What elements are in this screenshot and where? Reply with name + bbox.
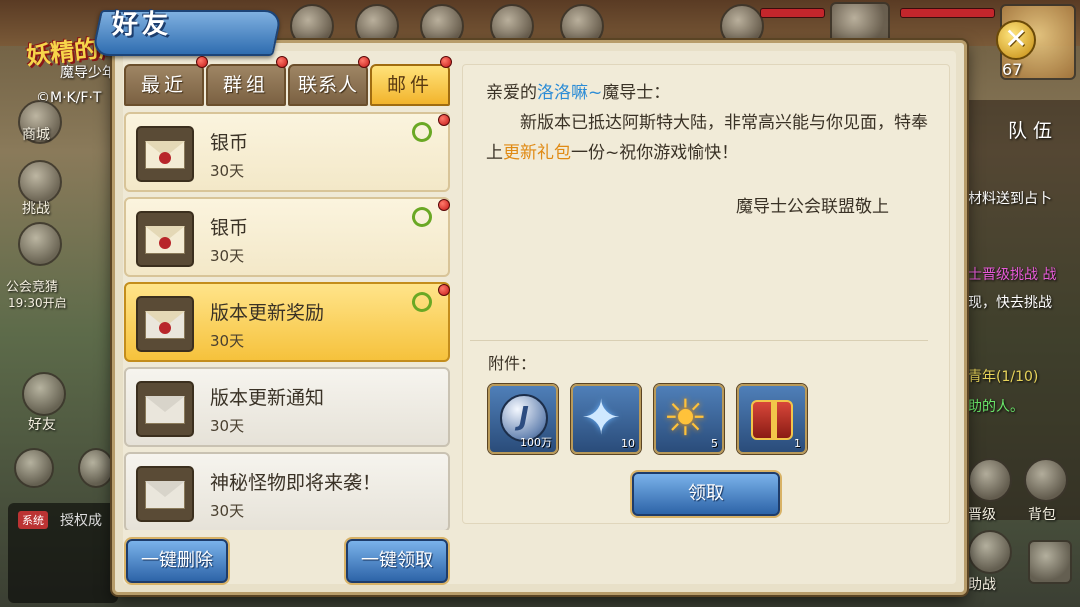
attachment-clip-icon xyxy=(408,203,436,231)
tab-contacts[interactable]: 联系人 xyxy=(288,64,368,106)
microphone-icon[interactable] xyxy=(78,448,114,488)
open-envelope-icon xyxy=(136,296,194,352)
mail-letter: 亲爱的洛洛嘛~魔导士： 新版本已抵达阿斯特大陆，非常高兴能与你见面，特奉上更新礼… xyxy=(486,78,934,168)
quest-text-4: 青年(1/10) xyxy=(968,369,1039,385)
quest-text-1: 材料送到占卜 xyxy=(968,191,1052,207)
divider xyxy=(470,340,928,341)
envelope-icon xyxy=(136,211,194,267)
chat-bubble-icon[interactable] xyxy=(14,448,54,488)
enemy-hp-bar xyxy=(760,8,825,18)
tab-recent[interactable]: 最近 xyxy=(124,64,204,106)
dialog-tabs: 最近 群组 联系人 邮件 xyxy=(124,64,450,106)
tab-contacts-notification-dot xyxy=(358,56,370,68)
mail-title: 神秘怪物即将来袭！ xyxy=(210,472,382,494)
upgrade-icon[interactable] xyxy=(968,458,1012,502)
mail-title: 银币 xyxy=(210,132,249,154)
claim-all-button[interactable]: 一键领取 xyxy=(346,539,448,583)
dialog-title: 好友 xyxy=(112,10,173,40)
mail-title: 版本更新通知 xyxy=(210,387,325,409)
mail-expiry: 30天 xyxy=(210,247,245,265)
challenge-label: 挑战 xyxy=(22,201,50,217)
game-logo-subtitle: 魔导少年 xyxy=(60,65,116,81)
item-count: 10 xyxy=(621,437,635,450)
tab-mail[interactable]: 邮件 xyxy=(370,64,450,106)
guild-race-label: 公会竞猜 xyxy=(6,280,59,295)
open-envelope-icon xyxy=(136,381,194,437)
item-count: 100万 xyxy=(520,436,552,449)
letter-signature: 魔导士公会联盟敬上 xyxy=(736,197,889,217)
mail-expiry: 30天 xyxy=(210,417,245,435)
quest-text-3: 现，快去挑战 xyxy=(968,295,1052,311)
mail-item[interactable]: 版本更新通知 30天 xyxy=(124,367,450,447)
assist-label: 助战 xyxy=(968,577,996,593)
close-button[interactable]: ✕ xyxy=(996,20,1036,60)
friends-icon[interactable] xyxy=(22,372,66,416)
mail-expiry: 30天 xyxy=(210,162,245,180)
mail-title: 银币 xyxy=(210,217,249,239)
mail-expiry: 30天 xyxy=(210,502,245,520)
system-message: 授权成 xyxy=(60,513,102,529)
friends-label: 好友 xyxy=(28,417,56,433)
backpack-label: 背包 xyxy=(1028,507,1056,523)
player-level: 67 xyxy=(1002,60,1023,79)
gift-highlight: 更新礼包 xyxy=(503,143,571,163)
mail-expiry: 30天 xyxy=(210,332,245,350)
envelope-icon xyxy=(136,126,194,182)
item-count: 5 xyxy=(711,437,718,450)
tab-groups[interactable]: 群组 xyxy=(206,64,286,106)
quest-text-2: 士晋级挑战 战 xyxy=(968,267,1057,283)
mail-item[interactable]: 神秘怪物即将来袭！ 30天 xyxy=(124,452,450,530)
mail-unread-dot xyxy=(438,284,450,296)
letter-greeting: 亲爱的洛洛嘛~魔导士： xyxy=(486,83,671,103)
item-count: 1 xyxy=(794,437,801,450)
blue-star-crystal-icon: ✦ xyxy=(581,390,622,446)
team-tab[interactable]: 队伍 xyxy=(1008,116,1058,143)
upgrade-label: 晋级 xyxy=(968,507,996,523)
sun-crystal-icon: ☀ xyxy=(663,389,708,447)
tab-mail-notification-dot xyxy=(440,56,452,68)
expand-icon[interactable] xyxy=(1028,540,1072,584)
tab-recent-notification-dot xyxy=(196,56,208,68)
guild-race-icon[interactable] xyxy=(18,222,62,266)
attachments-label: 附件： xyxy=(488,354,537,373)
mail-item-selected[interactable]: 版本更新奖励 30天 xyxy=(124,282,450,362)
letter-body: 新版本已抵达阿斯特大陆，非常高兴能与你见面，特奉上更新礼包一份~祝你游戏愉快！ xyxy=(486,113,928,163)
attachment-clip-icon xyxy=(408,118,436,146)
mail-unread-dot xyxy=(438,199,450,211)
tab-groups-notification-dot xyxy=(276,56,288,68)
assist-icon[interactable] xyxy=(968,530,1012,574)
delete-all-button[interactable]: 一键删除 xyxy=(126,539,228,583)
attachment-item[interactable]: ✦ 10 xyxy=(571,384,641,454)
shop-label: 商城 xyxy=(22,127,50,143)
attachment-item[interactable]: 1 xyxy=(737,384,807,454)
mail-list[interactable]: 银币 30天 银币 30天 版本更新奖励 30天 版本更新通知 30天 神秘怪物… xyxy=(124,112,450,530)
player-hp-bar xyxy=(900,8,995,18)
backpack-icon[interactable] xyxy=(1024,458,1068,502)
recipient-name: 洛洛嘛~ xyxy=(537,83,603,103)
attachment-clip-icon xyxy=(408,288,436,316)
open-envelope-icon xyxy=(136,466,194,522)
quest-text-5: 助的人。 xyxy=(968,399,1024,415)
mail-item[interactable]: 银币 30天 xyxy=(124,112,450,192)
gift-chest-icon xyxy=(751,400,793,440)
guild-race-time: 19:30开启 xyxy=(8,296,67,310)
mail-item[interactable]: 银币 30天 xyxy=(124,197,450,277)
mail-unread-dot xyxy=(438,114,450,126)
system-tag: 系统 xyxy=(18,511,48,529)
claim-button[interactable]: 领取 xyxy=(632,472,780,516)
attachment-item[interactable]: ☀ 5 xyxy=(654,384,724,454)
attachment-item[interactable]: J 100万 xyxy=(488,384,558,454)
mail-title: 版本更新奖励 xyxy=(210,302,325,324)
